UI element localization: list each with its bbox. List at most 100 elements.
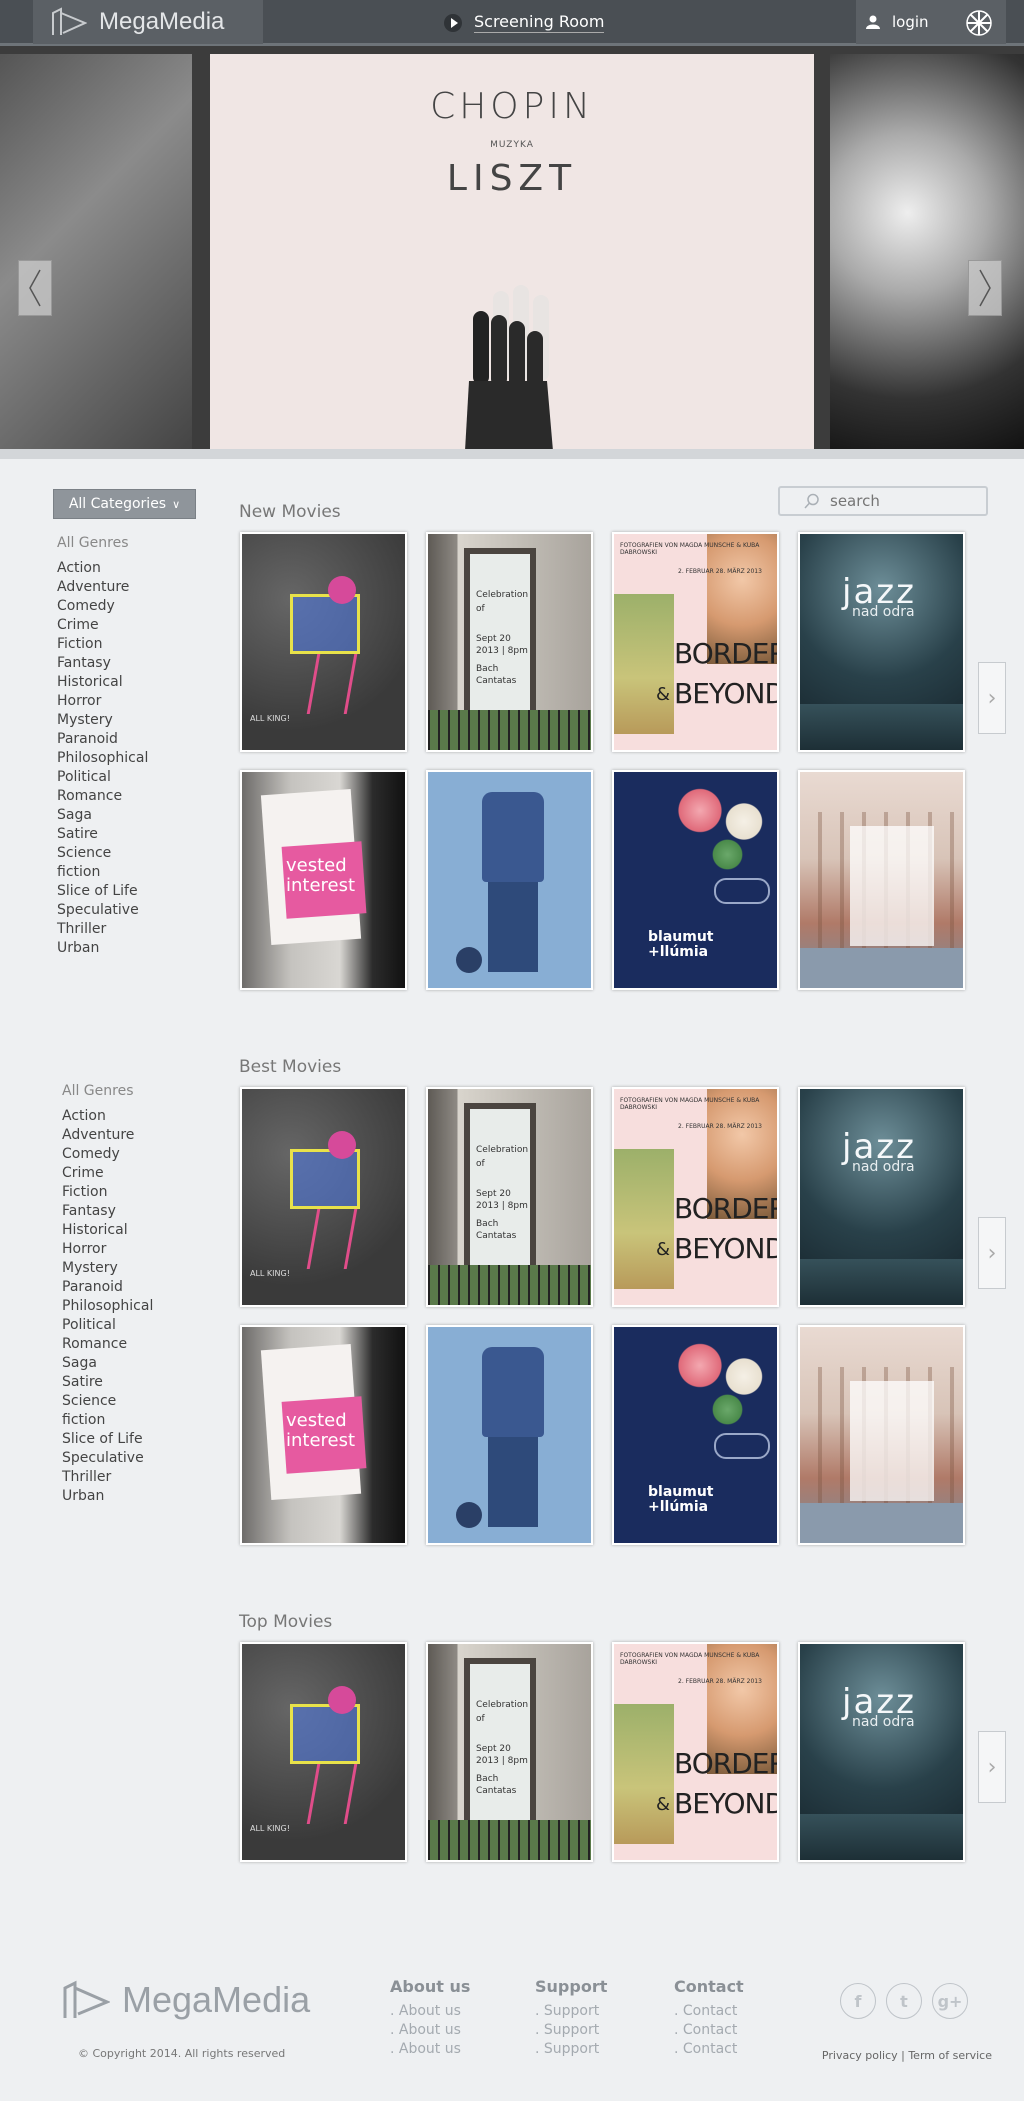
genre-historical[interactable]: Historical <box>57 673 197 692</box>
genre-horror[interactable]: Horror <box>62 1240 202 1259</box>
poster-blue-figure[interactable] <box>426 770 593 990</box>
hero-prev-slide[interactable] <box>0 54 192 449</box>
genre-satire[interactable]: Satire <box>62 1373 202 1392</box>
genre-philosophical[interactable]: Philosophical <box>62 1297 202 1316</box>
genre-action[interactable]: Action <box>62 1107 202 1126</box>
carousel-prev-button[interactable] <box>18 260 52 316</box>
genre-speculative[interactable]: Speculative <box>62 1449 202 1468</box>
genre-action[interactable]: Action <box>57 559 197 578</box>
poster-bach-cantatas[interactable]: Celebration of Sept 20 2013 | 8pm Bach C… <box>426 1642 593 1862</box>
genres-title[interactable]: All Genres <box>62 1083 202 1099</box>
carousel-next-button[interactable] <box>968 260 1002 316</box>
footer-logo[interactable]: MegaMedia <box>60 1979 310 2021</box>
facebook-icon[interactable]: f <box>840 1983 876 2019</box>
login-button[interactable]: login <box>856 0 1006 44</box>
poster-blue-figure[interactable] <box>426 1325 593 1545</box>
google-plus-icon[interactable]: g+ <box>932 1983 968 2019</box>
poster-bach-cantatas[interactable]: Celebration of Sept 20 2013 | 8pm Bach C… <box>426 532 593 752</box>
genre-adventure[interactable]: Adventure <box>62 1126 202 1145</box>
poster-arches[interactable] <box>798 770 965 990</box>
poster-chalk-camera[interactable]: ALL KING! <box>240 532 407 752</box>
poster-chalk-camera[interactable]: ALL KING! <box>240 1087 407 1307</box>
footer-link-about[interactable]: . About us <box>390 2002 470 2021</box>
genre-comedy[interactable]: Comedy <box>57 597 197 616</box>
genre-fiction[interactable]: Fiction <box>57 635 197 654</box>
footer-link-contact[interactable]: . Contact <box>674 2040 744 2059</box>
poster-chalk-camera[interactable]: ALL KING! <box>240 1642 407 1862</box>
footer-link-support[interactable]: . Support <box>535 2040 607 2059</box>
poster-borders-beyond[interactable]: FOTOGRAFIEN VON MAGDA MUNSCHE & KUBA DAB… <box>612 532 779 752</box>
new-movies-next-button[interactable]: › <box>978 662 1006 734</box>
poster-bach-cantatas[interactable]: Celebration of Sept 20 2013 | 8pm Bach C… <box>426 1087 593 1307</box>
footer-link-support[interactable]: . Support <box>535 2002 607 2021</box>
genre-mystery[interactable]: Mystery <box>62 1259 202 1278</box>
genre-philosophical[interactable]: Philosophical <box>57 749 197 768</box>
genre-crime[interactable]: Crime <box>57 616 197 635</box>
genres-title[interactable]: All Genres <box>57 535 197 551</box>
genre-fiction-2[interactable]: fiction <box>57 863 197 882</box>
genre-thriller[interactable]: Thriller <box>62 1468 202 1487</box>
genre-saga[interactable]: Saga <box>62 1354 202 1373</box>
genre-fantasy[interactable]: Fantasy <box>62 1202 202 1221</box>
footer-link-about[interactable]: . About us <box>390 2040 470 2059</box>
footer-link-support[interactable]: . Support <box>535 2021 607 2040</box>
poster-jazz-nad-odra[interactable]: jazz nad odra <box>798 532 965 752</box>
hero-current-slide[interactable]: CHOPIN MUZYKA LISZT <box>210 54 814 449</box>
search-field[interactable] <box>778 486 988 516</box>
genre-science[interactable]: Science <box>57 844 197 863</box>
genre-fantasy[interactable]: Fantasy <box>57 654 197 673</box>
all-categories-dropdown[interactable]: All Categories ∨ <box>53 489 196 519</box>
poster-amp: & <box>656 684 671 705</box>
poster-text: 2013 | 8pm <box>476 1756 528 1766</box>
genre-slice-of-life[interactable]: Slice of Life <box>57 882 197 901</box>
poster-blaumut[interactable]: blaumut +llúmia <box>612 1325 779 1545</box>
genre-romance[interactable]: Romance <box>62 1335 202 1354</box>
poster-caption: ALL KING! <box>250 1269 290 1278</box>
genre-speculative[interactable]: Speculative <box>57 901 197 920</box>
genre-crime[interactable]: Crime <box>62 1164 202 1183</box>
genre-satire[interactable]: Satire <box>57 825 197 844</box>
genre-horror[interactable]: Horror <box>57 692 197 711</box>
search-input[interactable] <box>830 492 970 510</box>
genre-slice-of-life[interactable]: Slice of Life <box>62 1430 202 1449</box>
genre-fiction-2[interactable]: fiction <box>62 1411 202 1430</box>
poster-blaumut[interactable]: blaumut +llúmia <box>612 770 779 990</box>
genre-comedy[interactable]: Comedy <box>62 1145 202 1164</box>
poster-arches[interactable] <box>798 1325 965 1545</box>
genre-romance[interactable]: Romance <box>57 787 197 806</box>
genre-urban[interactable]: Urban <box>57 939 197 958</box>
genre-historical[interactable]: Historical <box>62 1221 202 1240</box>
genre-political[interactable]: Political <box>57 768 197 787</box>
footer-link-contact[interactable]: . Contact <box>674 2002 744 2021</box>
genre-saga[interactable]: Saga <box>57 806 197 825</box>
genre-thriller[interactable]: Thriller <box>57 920 197 939</box>
genre-paranoid[interactable]: Paranoid <box>62 1278 202 1297</box>
hero-next-slide[interactable] <box>830 54 1024 449</box>
footer-link-about[interactable]: . About us <box>390 2021 470 2040</box>
brand-logo[interactable]: MegaMedia <box>33 0 263 44</box>
best-movies-next-button[interactable]: › <box>978 1217 1006 1289</box>
genre-paranoid[interactable]: Paranoid <box>57 730 197 749</box>
login-label: login <box>892 13 929 31</box>
genre-political[interactable]: Political <box>62 1316 202 1335</box>
poster-text: of <box>476 1159 485 1169</box>
uk-flag-icon[interactable] <box>966 10 992 36</box>
genre-mystery[interactable]: Mystery <box>57 711 197 730</box>
poster-jazz-nad-odra[interactable]: jazz nad odra <box>798 1642 965 1862</box>
policy-links[interactable]: Privacy policy | Term of service <box>822 2049 992 2062</box>
top-movies-next-button[interactable]: › <box>978 1731 1006 1803</box>
genre-science[interactable]: Science <box>62 1392 202 1411</box>
poster-vested-interest[interactable]: vested interest <box>240 770 407 990</box>
poster-grid-top: ALL KING! Celebration of Sept 20 2013 | … <box>240 1642 966 1864</box>
poster-borders-beyond[interactable]: FOTOGRAFIEN VON MAGDA MUNSCHE & KUBA DAB… <box>612 1642 779 1862</box>
poster-text: 2013 | 8pm <box>476 646 528 656</box>
screening-room-link[interactable]: Screening Room <box>444 12 605 33</box>
twitter-icon[interactable]: t <box>886 1983 922 2019</box>
poster-vested-interest[interactable]: vested interest <box>240 1325 407 1545</box>
poster-borders-beyond[interactable]: FOTOGRAFIEN VON MAGDA MUNSCHE & KUBA DAB… <box>612 1087 779 1307</box>
poster-jazz-nad-odra[interactable]: jazz nad odra <box>798 1087 965 1307</box>
footer-link-contact[interactable]: . Contact <box>674 2021 744 2040</box>
genre-urban[interactable]: Urban <box>62 1487 202 1506</box>
genre-fiction[interactable]: Fiction <box>62 1183 202 1202</box>
genre-adventure[interactable]: Adventure <box>57 578 197 597</box>
